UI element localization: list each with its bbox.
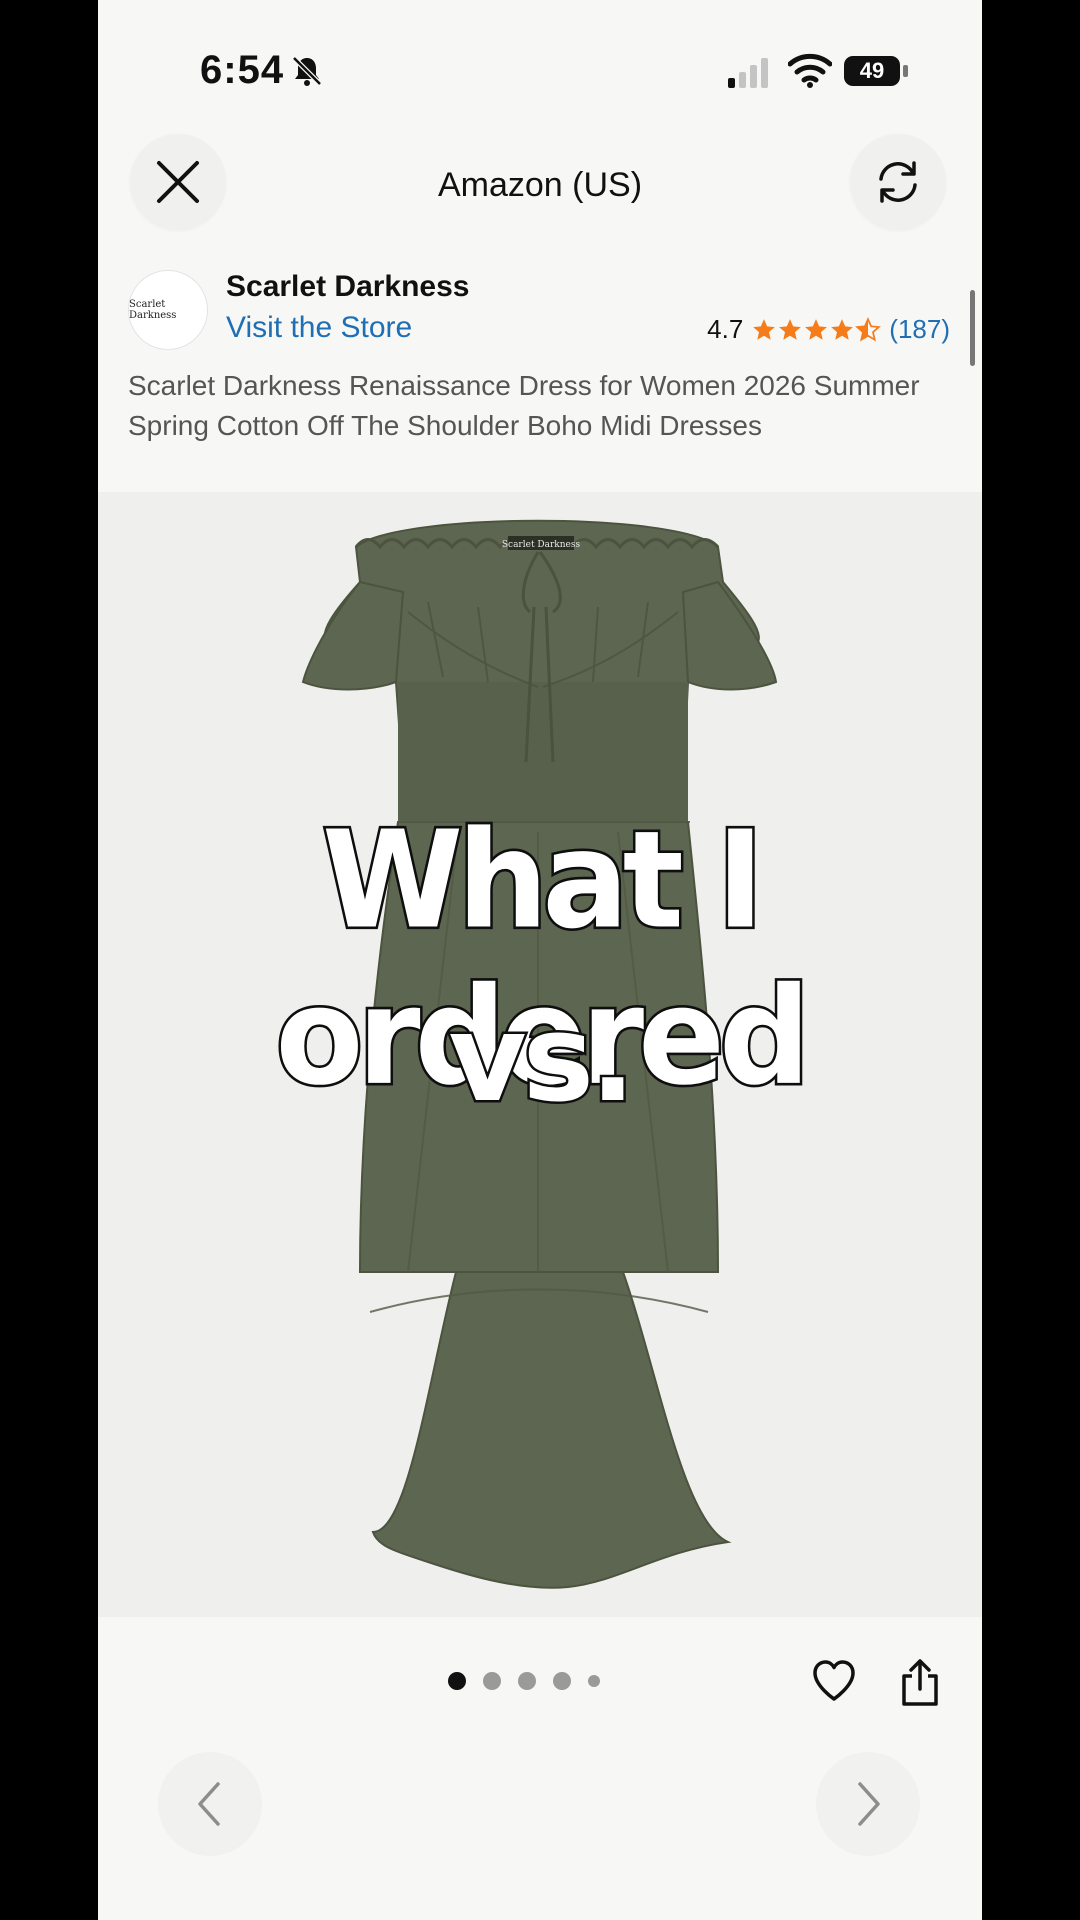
top-bar: Amazon (US) <box>98 130 982 240</box>
heart-icon[interactable] <box>810 1657 858 1705</box>
seller-logo[interactable]: Scarlet Darkness <box>128 270 208 350</box>
star-icon <box>831 318 854 340</box>
next-button[interactable] <box>816 1752 920 1856</box>
product-image-carousel[interactable]: Scarlet Darkness What I ordered vs. <box>98 492 982 1617</box>
half-star-icon <box>855 316 882 342</box>
cellular-signal-icon <box>728 58 768 88</box>
phone-screen: 6:54 49 Amazon (US) Scarlet Darkness Sca… <box>98 0 982 1920</box>
refresh-button[interactable] <box>850 134 946 230</box>
chevron-left-icon <box>198 1782 220 1826</box>
carousel-dot[interactable] <box>553 1672 571 1690</box>
carousel-dot[interactable] <box>518 1672 536 1690</box>
visit-store-link[interactable]: Visit the Store <box>226 311 412 345</box>
star-icon <box>779 318 802 340</box>
neck-label: Scarlet Darkness <box>502 540 581 550</box>
status-bar: 6:54 49 <box>98 0 982 130</box>
overlay-caption-line2: vs. <box>446 988 638 1132</box>
product-title: Scarlet Darkness Renaissance Dress for W… <box>128 370 920 441</box>
carousel-dot[interactable] <box>588 1675 600 1687</box>
seller-name: Scarlet Darkness <box>226 270 470 303</box>
previous-button[interactable] <box>158 1752 262 1856</box>
carousel-dot[interactable] <box>483 1672 501 1690</box>
carousel-indicator <box>448 1672 617 1690</box>
battery-tip <box>903 65 908 77</box>
rating-summary[interactable]: 4.7 (187) <box>707 314 950 345</box>
star-icon <box>753 318 776 340</box>
star-icon <box>805 318 828 340</box>
rating-value: 4.7 <box>707 314 744 344</box>
wifi-icon <box>788 53 832 88</box>
refresh-icon <box>879 161 917 203</box>
carousel-dot[interactable] <box>448 1672 466 1690</box>
chevron-right-icon <box>858 1782 880 1826</box>
status-time: 6:54 <box>200 48 285 92</box>
star-rating <box>751 316 882 343</box>
seller-section: Scarlet Darkness Scarlet Darkness Visit … <box>98 262 982 362</box>
review-count[interactable]: (187) <box>889 314 950 345</box>
silent-bell-icon <box>292 56 322 86</box>
battery-indicator: 49 <box>844 56 900 86</box>
share-icon[interactable] <box>898 1658 942 1708</box>
scrollbar[interactable] <box>970 290 975 366</box>
